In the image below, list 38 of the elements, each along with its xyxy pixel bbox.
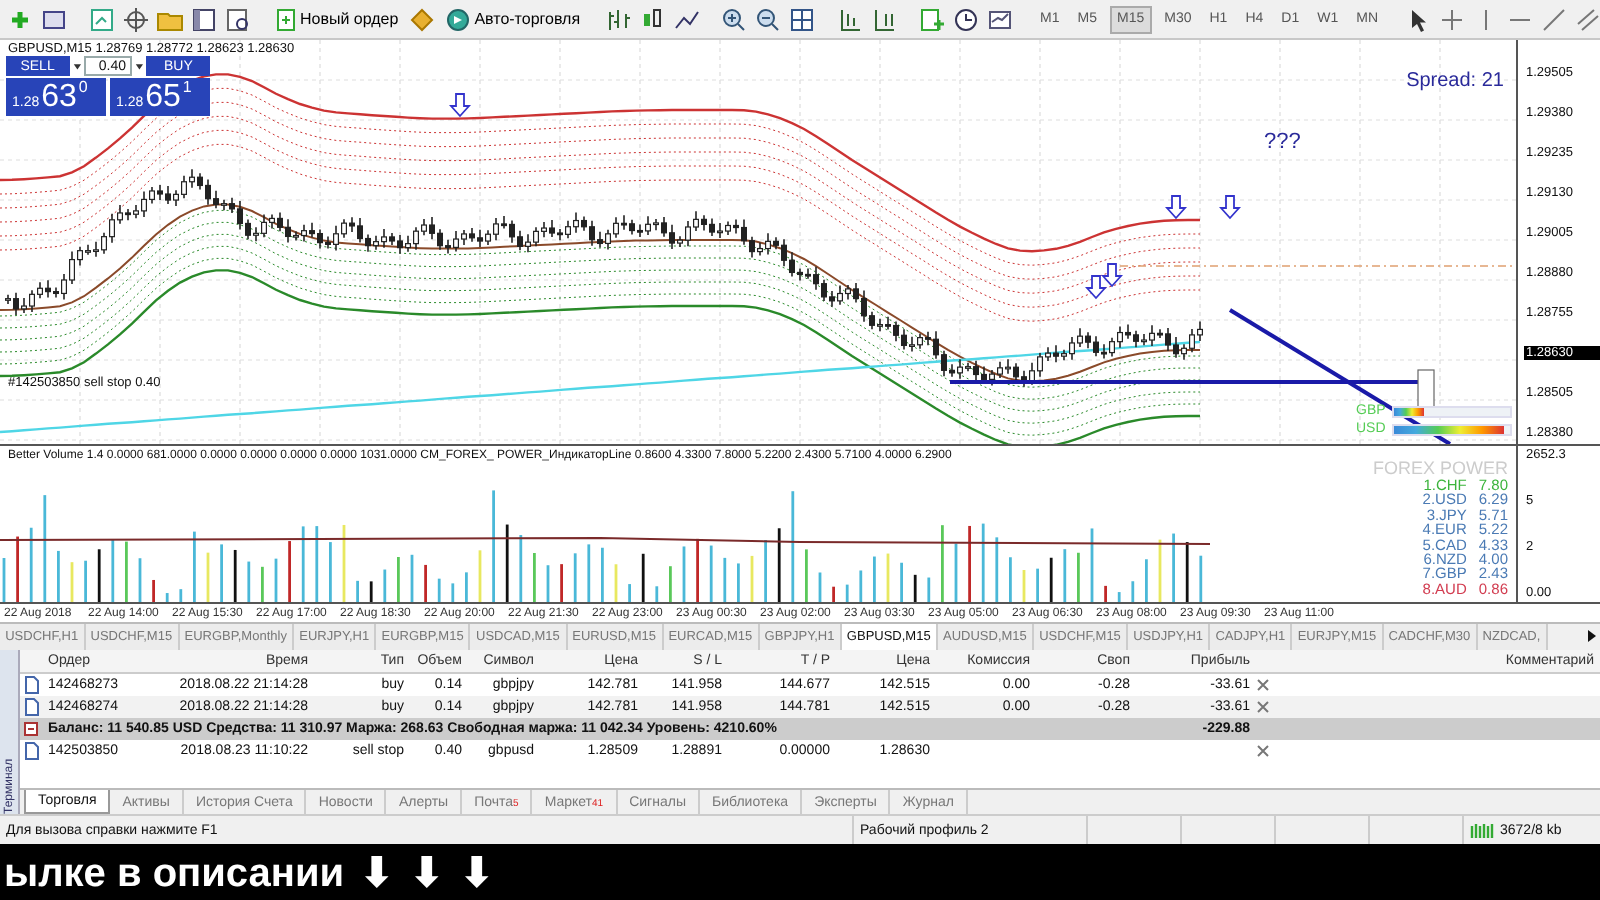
grid-icon[interactable] (788, 5, 817, 33)
spread-label: Spread: 21 (1406, 70, 1504, 92)
price-label-box (1417, 369, 1435, 411)
down-arrow-icon (1084, 275, 1108, 300)
minus-icon[interactable] (24, 722, 38, 736)
zoom-in-icon[interactable] (720, 5, 749, 33)
diamond-icon[interactable] (408, 5, 437, 33)
play-icon (446, 7, 471, 31)
caret-icon[interactable] (71, 56, 82, 76)
down-arrow-icon (1100, 263, 1124, 288)
subtitle-arrow: ⬇ (410, 850, 445, 898)
auto-trading-button[interactable]: Авто-торговля (442, 3, 585, 35)
new-order-button[interactable]: Новый ордер (272, 3, 403, 35)
subtitle-text: ылке в описании (4, 850, 345, 898)
close-icon[interactable] (1256, 678, 1270, 692)
zoom-out-icon[interactable] (754, 5, 783, 33)
crosshair-icon[interactable] (122, 5, 150, 33)
trend-line-icon[interactable] (1540, 5, 1568, 33)
down-arrow-icon (448, 93, 472, 118)
subtitle-arrow: ⬇ (460, 850, 495, 898)
window-icon[interactable] (40, 5, 68, 33)
close-icon[interactable] (1256, 700, 1270, 714)
chart-note: ??? (1264, 130, 1301, 154)
candles-icon[interactable] (638, 5, 667, 33)
down-arrow-icon (1164, 195, 1188, 220)
panel-icon[interactable] (190, 5, 218, 33)
document-plus-icon (276, 7, 296, 31)
scroll-right-icon[interactable] (1584, 624, 1600, 648)
crosshair-icon[interactable] (1438, 5, 1466, 33)
traffic-bars-icon (1470, 822, 1494, 838)
clock-icon[interactable] (952, 5, 981, 33)
down-arrow-icon (1218, 195, 1242, 220)
close-icon[interactable] (1256, 744, 1270, 758)
template-icon[interactable] (986, 5, 1015, 33)
channel-icon[interactable] (1574, 5, 1600, 33)
subtitle-arrow: ⬇ (360, 850, 395, 898)
bar-chart-icon[interactable] (604, 5, 633, 33)
trend-line[interactable] (1228, 308, 1452, 444)
